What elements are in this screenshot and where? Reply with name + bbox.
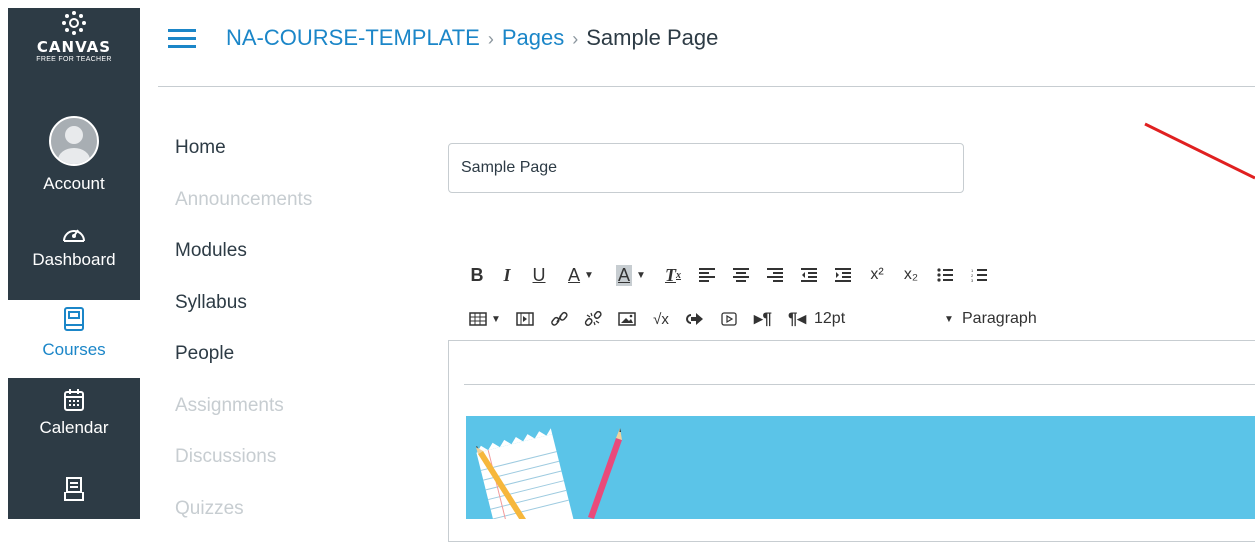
- course-nav-discussions[interactable]: Discussions: [175, 437, 395, 489]
- banner-image: [466, 416, 1255, 519]
- align-center-button[interactable]: [724, 268, 758, 282]
- link-icon: [551, 311, 568, 326]
- video-button[interactable]: [712, 311, 746, 327]
- canvas-logo-icon: [8, 10, 140, 36]
- course-nav: Home Announcements Modules Syllabus Peop…: [175, 128, 395, 540]
- logo-subtitle: FREE FOR TEACHER: [36, 56, 112, 63]
- editor-toolbar-row-1: B I U A ▼ A ▼ Tx x² x₂ 123: [462, 262, 996, 288]
- background-color-button[interactable]: A ▼: [606, 264, 656, 286]
- editor-toolbar-row-2: ▼ √x ▸¶ ¶◂ 12pt ▼ Paragraph: [462, 306, 1037, 332]
- breadcrumb-course-link[interactable]: NA-COURSE-TEMPLATE: [226, 25, 480, 50]
- media-button[interactable]: [508, 312, 542, 326]
- ltr-direction-button[interactable]: ▸¶: [746, 309, 780, 329]
- chevron-down-icon: ▼: [491, 313, 501, 325]
- courses-icon: [8, 300, 140, 334]
- table-icon: [469, 312, 487, 326]
- background-color-icon: A: [616, 264, 633, 286]
- course-nav-modules[interactable]: Modules: [175, 231, 395, 283]
- global-nav-calendar[interactable]: Calendar: [8, 388, 140, 438]
- equation-button[interactable]: √x: [644, 311, 678, 328]
- hamburger-menu-icon[interactable]: [168, 29, 196, 49]
- italic-button[interactable]: I: [492, 265, 522, 286]
- align-left-button[interactable]: [690, 268, 724, 282]
- square-root-icon: √x: [653, 310, 669, 328]
- subscript-icon: x₂: [903, 266, 919, 283]
- clear-formatting-button[interactable]: Tx: [656, 265, 690, 286]
- outdent-icon: [801, 268, 817, 282]
- embed-button[interactable]: [678, 311, 712, 327]
- breadcrumb-separator: ›: [572, 29, 579, 49]
- global-nav-dashboard-label: Dashboard: [32, 250, 116, 269]
- align-right-icon: [767, 268, 783, 282]
- chevron-down-icon: ▼: [636, 269, 646, 281]
- svg-text:3: 3: [971, 278, 974, 282]
- font-size-select[interactable]: 12pt: [814, 310, 932, 328]
- logo-wordmark: CANVAS: [36, 38, 112, 56]
- font-color-icon: A: [568, 264, 581, 285]
- bullet-list-icon: [937, 268, 953, 282]
- format-select[interactable]: Paragraph: [962, 310, 1037, 328]
- underline-button[interactable]: U: [522, 265, 556, 286]
- global-nav-dashboard[interactable]: Dashboard: [8, 222, 140, 270]
- avatar: [49, 116, 99, 166]
- course-nav-quizzes[interactable]: Quizzes: [175, 489, 395, 541]
- font-size-dropdown-icon[interactable]: ▼: [932, 314, 962, 325]
- numbered-list-icon: 123: [971, 268, 987, 282]
- canvas-logo[interactable]: CANVAS FREE FOR TEACHER: [8, 10, 140, 63]
- align-left-icon: [699, 268, 715, 282]
- breadcrumb-current-page: Sample Page: [586, 25, 719, 50]
- global-nav-account-label: Account: [43, 174, 105, 193]
- indent-button[interactable]: [826, 268, 860, 282]
- breadcrumb: NA-COURSE-TEMPLATE › Pages › Sample Page: [226, 25, 718, 51]
- inbox-icon: [8, 476, 140, 502]
- align-center-icon: [733, 268, 749, 282]
- embed-icon: [686, 313, 703, 325]
- video-icon: [721, 312, 737, 326]
- course-nav-syllabus[interactable]: Syllabus: [175, 283, 395, 335]
- notepad-pencils-illustration: [476, 428, 622, 519]
- global-nav-account[interactable]: Account: [8, 116, 140, 194]
- unlink-icon: [584, 311, 602, 326]
- align-right-button[interactable]: [758, 268, 792, 282]
- rtl-direction-icon: ¶◂: [788, 309, 806, 328]
- global-nav-courses[interactable]: Courses: [8, 300, 140, 378]
- numbered-list-button[interactable]: 123: [962, 268, 996, 282]
- bold-button[interactable]: B: [462, 265, 492, 286]
- course-nav-home[interactable]: Home: [175, 128, 395, 180]
- image-icon: [618, 312, 636, 326]
- image-button[interactable]: [610, 312, 644, 326]
- horizontal-rule: [464, 384, 1255, 385]
- page-header: NA-COURSE-TEMPLATE › Pages › Sample Page: [158, 0, 1255, 87]
- calendar-icon: [8, 388, 140, 412]
- table-button[interactable]: ▼: [462, 312, 508, 326]
- outdent-button[interactable]: [792, 268, 826, 282]
- breadcrumb-pages-link[interactable]: Pages: [502, 25, 564, 50]
- ltr-direction-icon: ▸¶: [754, 309, 772, 328]
- chevron-down-icon: ▼: [944, 313, 954, 325]
- global-nav-calendar-label: Calendar: [39, 418, 109, 437]
- course-nav-people[interactable]: People: [175, 334, 395, 386]
- superscript-icon: x²: [870, 266, 884, 283]
- indent-icon: [835, 268, 851, 282]
- chevron-down-icon: ▼: [584, 269, 594, 281]
- superscript-button[interactable]: x²: [860, 266, 894, 284]
- page-title-input[interactable]: [448, 143, 964, 193]
- global-nav-courses-label: Courses: [42, 340, 106, 359]
- global-nav-inbox[interactable]: [8, 476, 140, 502]
- course-nav-announcements[interactable]: Announcements: [175, 180, 395, 232]
- font-color-button[interactable]: A ▼: [556, 265, 606, 286]
- dashboard-icon: [8, 222, 140, 244]
- subscript-button[interactable]: x₂: [894, 266, 928, 284]
- link-button[interactable]: [542, 311, 576, 327]
- clear-formatting-icon: T: [665, 264, 676, 285]
- breadcrumb-separator: ›: [487, 29, 494, 49]
- course-nav-assignments[interactable]: Assignments: [175, 386, 395, 438]
- rtl-direction-button[interactable]: ¶◂: [780, 309, 814, 329]
- unlink-button[interactable]: [576, 311, 610, 327]
- media-icon: [516, 312, 534, 326]
- bullet-list-button[interactable]: [928, 268, 962, 282]
